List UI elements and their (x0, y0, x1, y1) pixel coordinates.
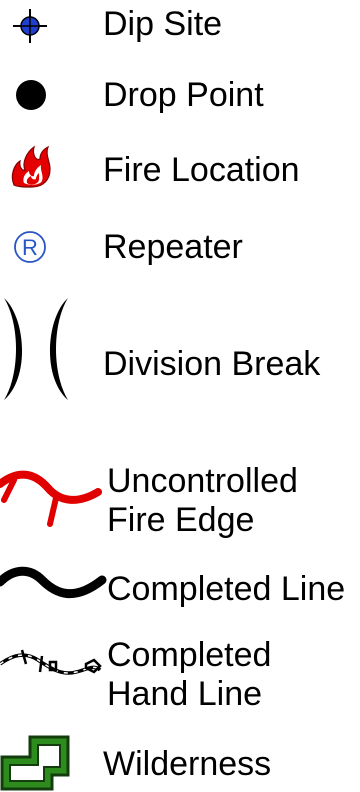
legend-label-uncontrolled-fire-edge: Uncontrolled Fire Edge (107, 462, 298, 540)
legend-label-line-2: Fire Edge (107, 501, 255, 539)
division-break-icon (4, 298, 68, 400)
completed-hand-line-icon (0, 649, 102, 675)
svg-text:R: R (22, 235, 38, 260)
legend-label-line-1: Uncontrolled (107, 462, 298, 500)
filled-circle-icon (16, 80, 46, 110)
flame-icon (11, 145, 51, 188)
map-legend: Dip Site Drop Point Fire Location R Repe… (0, 0, 360, 792)
legend-label-fire-location: Fire Location (103, 151, 300, 189)
circled-r-icon: R (14, 231, 46, 263)
completed-line-icon (0, 566, 107, 599)
legend-label-wilderness: Wilderness (103, 745, 272, 783)
legend-label-completed-line: Completed Line (107, 570, 346, 608)
legend-label-completed-hand-line: Completed Hand Line (107, 636, 271, 714)
uncontrolled-fire-edge-icon (0, 470, 102, 527)
crosshair-dip-site-icon (13, 9, 47, 43)
legend-label-drop-point: Drop Point (103, 76, 264, 114)
wilderness-boundary-icon (0, 735, 70, 791)
legend-label-line-1: Completed (107, 636, 272, 674)
legend-label-division-break: Division Break (103, 345, 321, 383)
legend-label-dip-site: Dip Site (103, 5, 223, 43)
legend-label-repeater: Repeater (103, 228, 243, 266)
legend-label-line-2: Hand Line (107, 675, 263, 713)
